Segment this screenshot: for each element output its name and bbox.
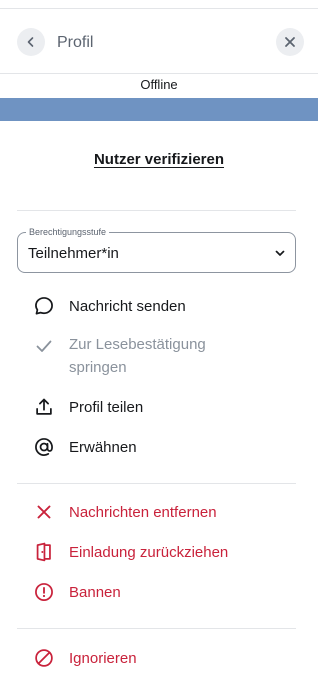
send-message-action[interactable]: Nachricht senden [32,294,296,318]
share-icon [32,395,56,419]
share-profile-label: Profil teilen [69,398,144,416]
power-level-value: Teilnehmer*in [28,245,119,262]
at-sign-icon [32,435,56,459]
header-title: Profil [57,34,94,51]
jump-to-read-receipt-label: Zur Lesebestätigung springen [69,333,206,379]
chevron-left-icon [27,37,34,47]
mention-action[interactable]: Erwähnen [32,435,296,459]
checkmark-icon [32,334,56,358]
revoke-invite-action[interactable]: Einladung zurückziehen [32,540,296,564]
presence-status-bar [0,98,318,121]
alert-circle-icon [32,580,56,604]
profile-header: Profil [0,10,318,74]
back-button[interactable] [17,28,45,56]
ignore-label: Ignorieren [69,649,137,667]
door-exit-icon [32,540,56,564]
verify-user-link[interactable]: Nutzer verifizieren [0,150,318,169]
divider [17,483,296,484]
power-level-label: Berechtigungsstufe [26,227,110,238]
jump-to-read-receipt-line2: springen [69,359,127,376]
revoke-invite-label: Einladung zurückziehen [69,543,229,561]
remove-x-icon [32,500,56,524]
close-icon [285,37,295,47]
share-profile-action[interactable]: Profil teilen [32,395,296,419]
chat-bubble-icon [32,294,56,318]
power-level-select[interactable]: Berechtigungsstufe Teilnehmer*in [17,227,296,273]
chevron-down-icon [275,250,285,256]
ban-action[interactable]: Bannen [32,580,296,604]
ban-label: Bannen [69,583,121,601]
send-message-label: Nachricht senden [69,297,186,315]
remove-messages-label: Nachrichten entfernen [69,503,217,521]
block-icon [32,646,56,670]
remove-messages-action[interactable]: Nachrichten entfernen [32,500,296,524]
ignore-action[interactable]: Ignorieren [32,646,296,670]
top-border [0,0,318,9]
mention-label: Erwähnen [69,438,137,456]
close-button[interactable] [276,28,304,56]
jump-to-read-receipt-action: Zur Lesebestätigung springen [32,333,296,379]
presence-status: Offline [140,77,178,92]
divider [17,210,296,211]
divider [17,628,296,629]
jump-to-read-receipt-line1: Zur Lesebestätigung [69,336,206,353]
